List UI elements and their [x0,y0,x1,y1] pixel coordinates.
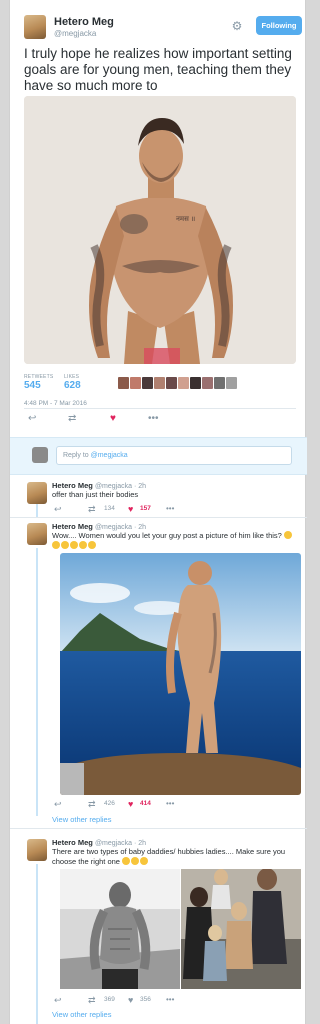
liker-avatar[interactable] [154,377,165,389]
divider [10,828,307,829]
tattoo-text: नमस ॥ [176,215,195,223]
retweet-icon[interactable]: ⇄ [88,994,96,1006]
liker-avatar[interactable] [130,377,141,389]
liker-avatar[interactable] [142,377,153,389]
reply-photo-left[interactable] [60,869,180,989]
tweet-card: Hetero Meg @megjacka ⚙ Following I truly… [9,0,307,1024]
liker-avatars [118,377,237,389]
emoji-icon [79,541,87,549]
reply-display-name: Hetero Meg [52,481,93,490]
reply-icon[interactable]: ↩ [54,798,62,810]
like-count: 356 [140,996,151,1003]
thread-line [36,548,38,816]
author-display-name[interactable]: Hetero Meg [54,16,114,28]
reply-display-name: Hetero Meg [52,522,93,531]
emoji-icon [122,857,131,865]
divider [10,517,307,518]
emoji-icon [61,541,69,549]
thread-line [36,504,38,518]
liker-avatar[interactable] [202,377,213,389]
following-button[interactable]: Following [256,16,302,35]
thread-line [36,864,38,1024]
reply-text: There are two types of baby daddies/ hub… [52,847,300,867]
author-avatar[interactable] [24,15,46,39]
reply-author-name[interactable]: Hetero Meg @megjacka · 2h [52,522,146,531]
emoji-icon [70,541,78,549]
heart-icon[interactable]: ♥ [110,413,116,425]
gear-icon[interactable]: ⚙ [230,19,244,33]
liker-avatar[interactable] [178,377,189,389]
more-icon[interactable]: ••• [166,798,174,810]
reply-icon[interactable]: ↩ [28,413,36,425]
reply-icon[interactable]: ↩ [54,994,62,1006]
tweet-timestamp[interactable]: 4:48 PM - 7 Mar 2016 [24,400,87,407]
reply-author-name[interactable]: Hetero Meg @megjacka · 2h [52,838,146,847]
retweet-count: 426 [104,800,115,807]
reply-author-name[interactable]: Hetero Meg @megjacka · 2h [52,481,146,490]
retweet-count: 369 [104,996,115,1003]
reply-display-name: Hetero Meg [52,838,93,847]
divider [24,408,296,409]
view-other-replies-link[interactable]: View other replies [52,815,111,824]
reply-avatar[interactable] [27,523,47,545]
tweet-photo[interactable]: नमस ॥ [24,96,296,364]
more-icon[interactable]: ••• [148,413,159,425]
liker-avatar[interactable] [118,377,129,389]
reply-text-content: There are two types of baby daddies/ hub… [52,847,286,866]
reply-input[interactable]: Reply to @megjacka [56,446,292,465]
retweet-icon[interactable]: ⇄ [68,413,76,425]
emoji-icon [88,541,96,549]
reply-text: offer than just their bodies [52,490,139,499]
reply-meta: @megjacka · 2h [94,840,147,847]
reply-meta: @megjacka · 2h [94,524,147,531]
my-avatar [32,447,48,463]
liker-avatar[interactable] [226,377,237,389]
retweets-count[interactable]: 545 [24,380,41,391]
view-other-replies-link[interactable]: View other replies [52,1010,111,1019]
liker-avatar[interactable] [166,377,177,389]
more-icon[interactable]: ••• [166,994,174,1006]
reply-avatar[interactable] [27,482,47,504]
reply-prefix: Reply to [63,452,91,459]
heart-icon[interactable]: ♥ [128,798,133,810]
emoji-icon [140,857,149,865]
retweet-icon[interactable]: ⇄ [88,503,96,515]
emoji-icon [131,857,140,865]
reply-photo[interactable] [60,553,301,795]
reply-meta: @megjacka · 2h [94,483,147,490]
reply-photo-right[interactable] [181,869,301,989]
retweet-icon[interactable]: ⇄ [88,798,96,810]
retweet-count: 134 [104,505,115,512]
like-count: 157 [140,505,151,512]
more-icon[interactable]: ••• [166,503,174,515]
like-count: 414 [140,800,151,807]
emoji-icon [52,541,60,549]
reply-composer: Reply to @megjacka [10,437,307,475]
heart-icon[interactable]: ♥ [128,503,133,515]
reply-avatar[interactable] [27,839,47,861]
emoji-icon [283,531,292,539]
likes-count[interactable]: 628 [64,380,81,391]
author-handle[interactable]: @megjacka [54,29,96,38]
liker-avatar[interactable] [214,377,225,389]
reply-text-content: Wow.... Women would you let your guy pos… [52,531,282,540]
liker-avatar[interactable] [190,377,201,389]
reply-icon[interactable]: ↩ [54,503,62,515]
reply-mention: @megjacka [90,452,128,459]
reply-text: Wow.... Women would you let your guy pos… [52,531,300,551]
tweet-text: I truly hope he realizes how important s… [24,46,292,93]
heart-icon[interactable]: ♥ [128,994,133,1006]
